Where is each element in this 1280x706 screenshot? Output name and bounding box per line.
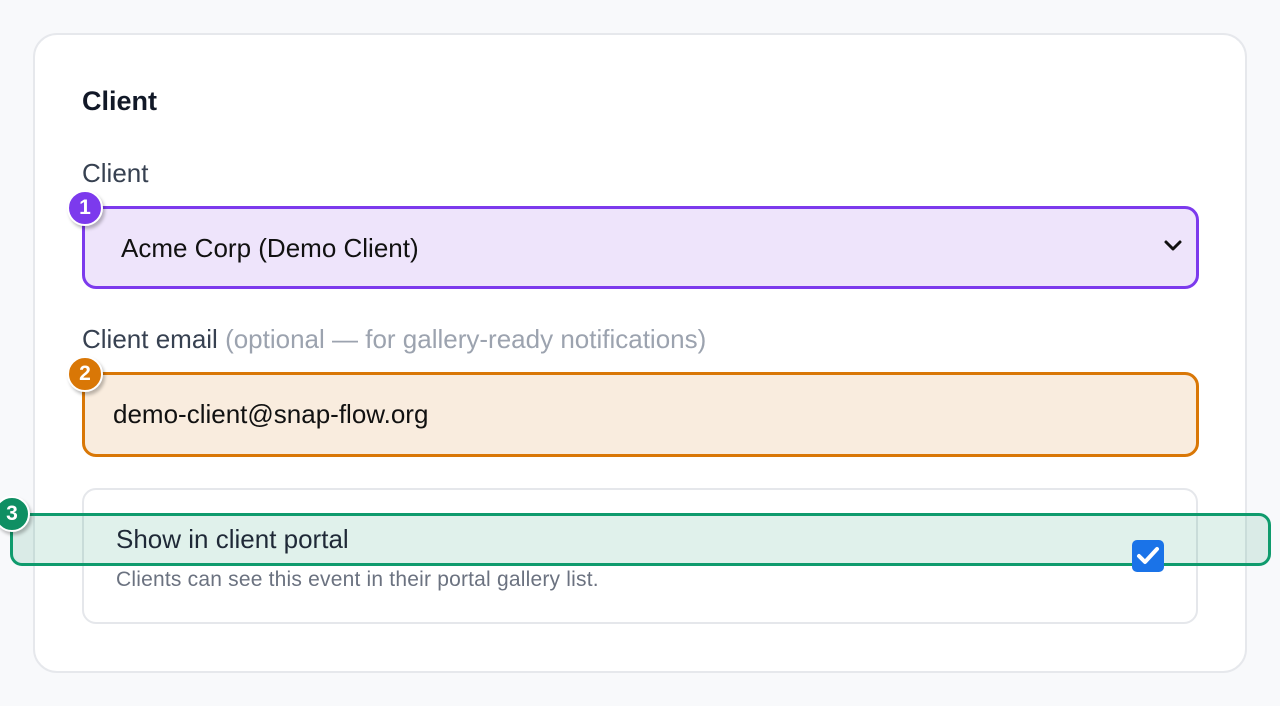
client-email-input[interactable] [82,372,1199,457]
chevron-down-icon [1164,240,1182,251]
client-field-label: Client [82,158,149,188]
section-title: Client [82,86,158,116]
email-label-text: Client email [82,324,218,354]
portal-option-title: Show in client portal [116,524,349,554]
email-field-label: Client email (optional — for gallery-rea… [82,324,706,355]
annotation-badge-2: 2 [67,356,103,392]
show-in-portal-checkbox[interactable] [1132,540,1164,572]
client-select-value: Acme Corp (Demo Client) [121,233,419,263]
portal-option-description: Clients can see this event in their port… [116,568,599,591]
email-label-hint: (optional — for gallery-ready notificati… [225,324,707,354]
annotation-badge-1: 1 [67,190,103,226]
client-select[interactable]: Acme Corp (Demo Client) [82,206,1199,289]
checkmark-icon [1137,547,1159,564]
